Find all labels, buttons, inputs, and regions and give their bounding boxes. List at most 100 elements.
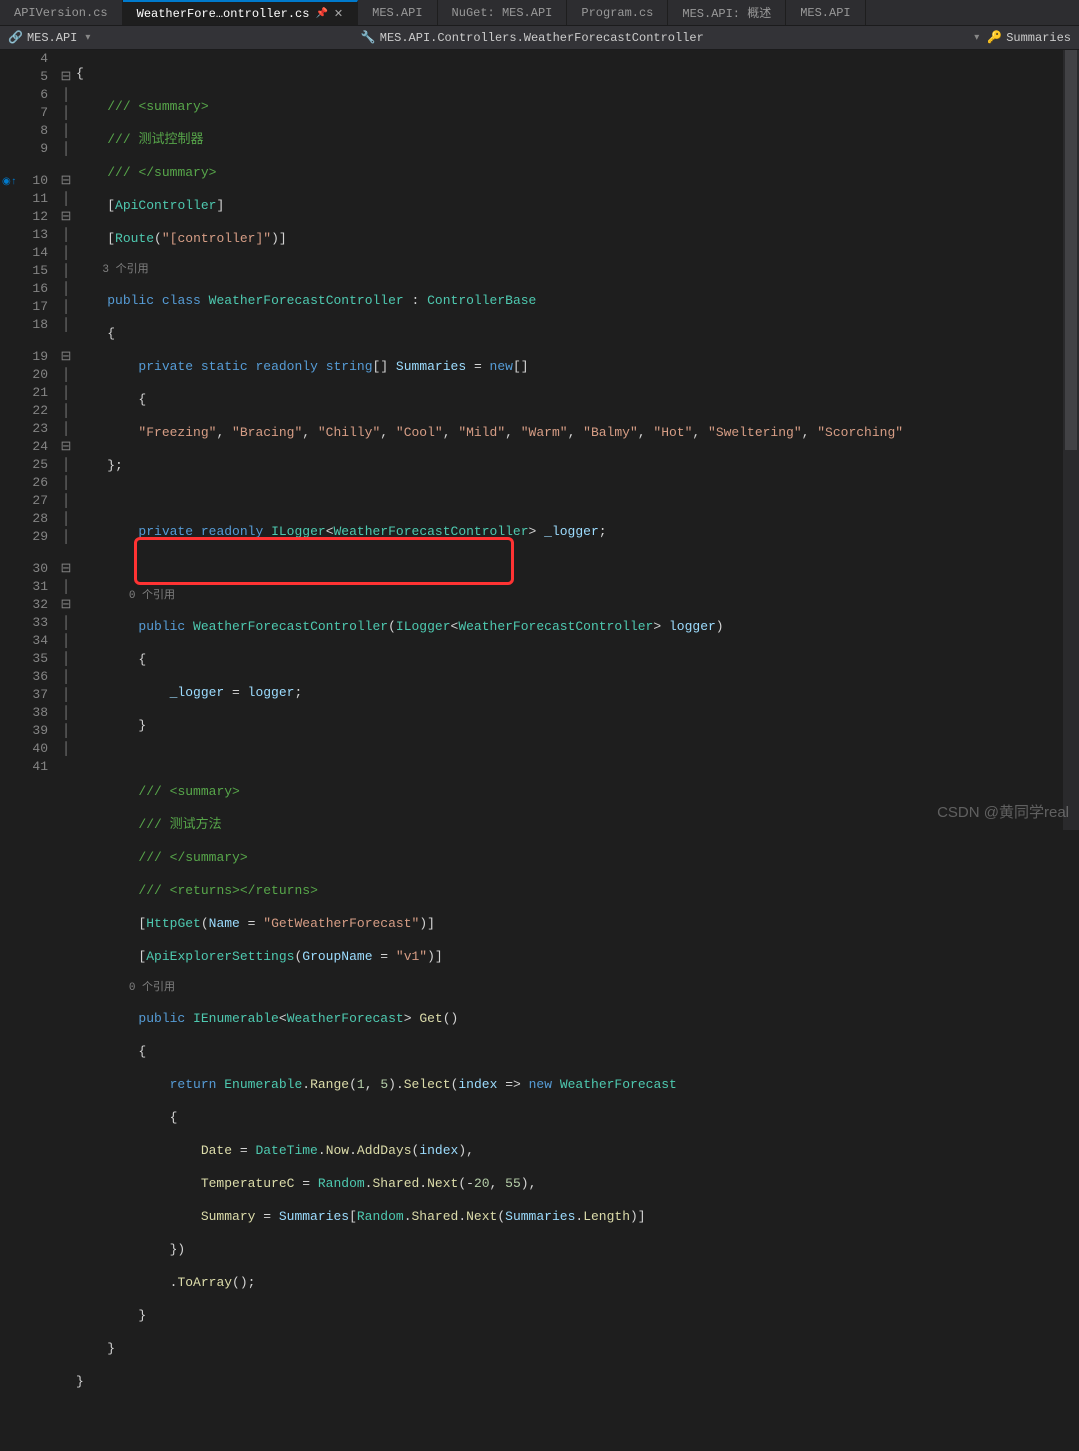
code-text: Summaries [505,1209,575,1224]
code-text: { [170,1110,178,1125]
line-num: 5 [20,68,48,86]
code-text: Now [326,1143,349,1158]
code-text: Shared [412,1209,459,1224]
scroll-thumb[interactable] [1065,50,1077,450]
code-text: private [138,524,193,539]
line-num: 25 [20,456,48,474]
nav-scope-center[interactable]: 🔧MES.API.Controllers.WeatherForecastCont… [90,30,974,45]
code-text: 1 [357,1077,365,1092]
code-text: _logger [170,685,225,700]
code-text: > [404,1011,420,1026]
codelens-refs[interactable]: 3 个引用 [102,264,148,276]
code-text: = [373,949,396,964]
code-text: ; [599,524,607,539]
code-text: _logger [544,524,599,539]
line-num: 7 [20,104,48,122]
line-num: 35 [20,650,48,668]
line-num: 28 [20,510,48,528]
code-text: > [529,524,545,539]
code-text: class [162,293,201,308]
code-text: /// [138,784,169,799]
code-text: IEnumerable [193,1011,279,1026]
fold-toggle[interactable]: ⊟ [56,438,76,456]
tab-nuget[interactable]: NuGet: MES.API [438,0,568,25]
code-text: . [458,1209,466,1224]
code-text: { [76,66,84,81]
code-text: WeatherForecast [560,1077,677,1092]
nav-scope-left[interactable]: 🔗MES.API [0,30,85,45]
line-num: 17 [20,298,48,316]
code-text: , [490,1176,506,1191]
code-text: /// [138,850,169,865]
code-text: /// [107,132,138,147]
code-text: Next [427,1176,458,1191]
code-text: new [490,359,513,374]
tab-weatherforecast[interactable]: WeatherFore…ontroller.cs📌✕ [123,0,359,25]
code-editor[interactable]: ◉↑ 4 5 6 7 8 9 10 11 12 13 14 15 16 17 1… [0,50,1079,830]
code-text: DateTime [255,1143,317,1158]
nav-bar: 🔗MES.API ▾ 🔧MES.API.Controllers.WeatherF… [0,26,1079,50]
code-text: 20 [474,1176,490,1191]
line-num: 11 [20,190,48,208]
watermark: CSDN @黄同学real [937,801,1069,822]
codelens-refs[interactable]: 0 个引用 [129,982,175,994]
code-text: /// [107,99,138,114]
pin-icon[interactable]: 📌 [315,8,327,20]
code-text: Summaries [279,1209,349,1224]
close-icon[interactable]: ✕ [334,7,343,21]
fold-toggle[interactable]: ⊟ [56,172,76,190]
line-num: 16 [20,280,48,298]
code-text: ILogger [271,524,326,539]
code-text: . [349,1143,357,1158]
tab-overview[interactable]: MES.API: 概述 [668,0,786,25]
fold-toggle[interactable]: ⊟ [56,208,76,226]
code-content[interactable]: { /// <summary> /// 测试控制器 /// </summary>… [76,50,1079,830]
code-text: ApiController [115,198,216,213]
nav-scope-right[interactable]: 🔑Summaries [979,30,1079,45]
fold-toggle[interactable]: ⊟ [56,596,76,614]
code-text: "Scorching" [817,425,903,440]
code-text: Summary [201,1209,256,1224]
code-text: WeatherForecastController [193,619,388,634]
code-text: (- [458,1176,474,1191]
code-text: } [76,1374,84,1389]
fold-toggle[interactable]: ⊟ [56,348,76,366]
tab-mesapi2[interactable]: MES.API [786,0,865,25]
line-num: 33 [20,614,48,632]
line-num: 14 [20,244,48,262]
fold-toggle[interactable]: ⊟ [56,68,76,86]
code-text: { [138,392,146,407]
code-text: 5 [380,1077,388,1092]
line-num: 41 [20,758,48,776]
tab-mesapi[interactable]: MES.API [358,0,437,25]
code-text: = [466,359,489,374]
code-text: (); [232,1275,255,1290]
line-num: 12 [20,208,48,226]
code-text: "Balmy" [583,425,638,440]
reference-marker-icon[interactable]: ◉↑ [2,176,17,188]
line-num: 29 [20,528,48,546]
code-text: Summaries [396,359,466,374]
line-num: 26 [20,474,48,492]
class-icon: 🔧 [361,30,376,45]
tab-program[interactable]: Program.cs [567,0,668,25]
code-text: "Bracing" [232,425,302,440]
code-text: HttpGet [146,916,201,931]
code-text: ) [716,619,724,634]
codelens-refs[interactable]: 0 个引用 [129,590,175,602]
line-num: 38 [20,704,48,722]
code-text: readonly [201,524,263,539]
nav-text: Summaries [1006,31,1071,45]
link-icon: 🔗 [8,30,23,45]
code-text: WeatherForecast [287,1011,404,1026]
code-text: readonly [255,359,317,374]
code-text: ILogger [396,619,451,634]
tab-apiversion[interactable]: APIVersion.cs [0,0,123,25]
vertical-scrollbar[interactable] [1063,50,1079,830]
fold-toggle[interactable]: ⊟ [56,560,76,578]
code-text: WeatherForecastController [334,524,529,539]
code-text: }) [170,1242,186,1257]
tab-label: APIVersion.cs [14,6,108,20]
line-num: 34 [20,632,48,650]
code-text: index [419,1143,458,1158]
